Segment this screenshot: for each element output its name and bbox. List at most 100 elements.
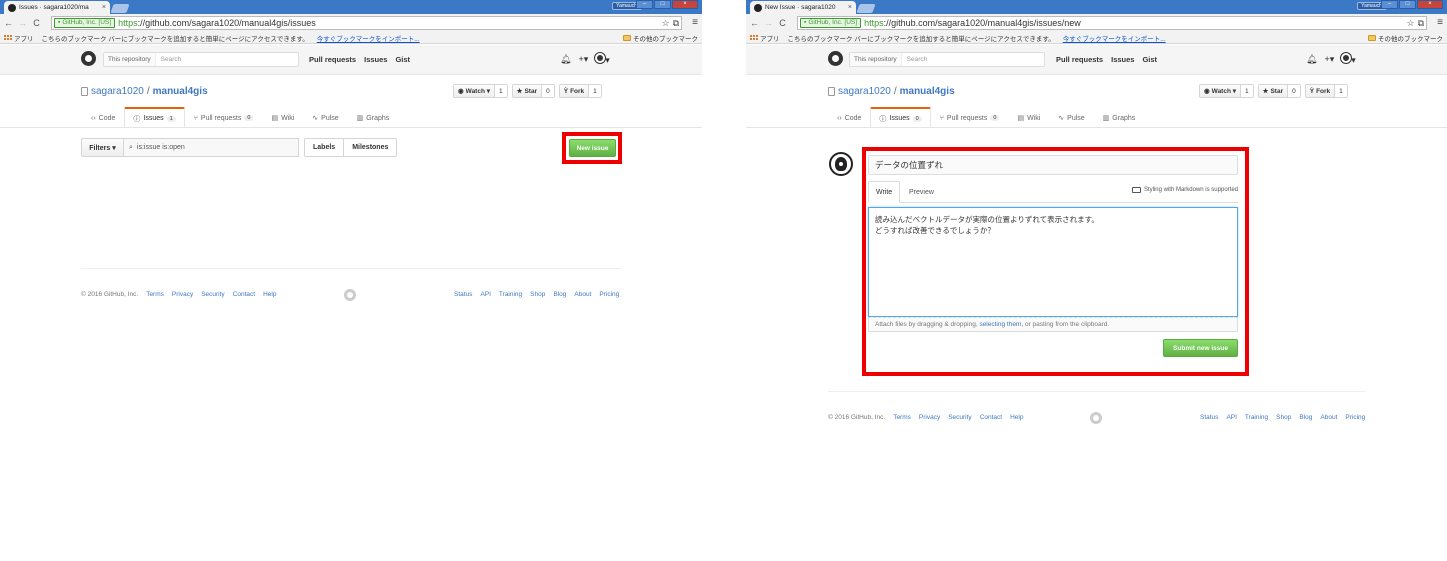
footer-link-privacy[interactable]: Privacy [919,414,940,421]
footer-link-security[interactable]: Security [201,291,224,298]
footer-link-terms[interactable]: Terms [146,291,164,298]
tab-code[interactable]: ‹› Code [828,107,870,128]
repo-owner-link[interactable]: sagara1020 [838,86,891,97]
watch-button[interactable]: ◉ Watch ▾ 1 [453,84,508,98]
browser-tab-new-issue[interactable]: New Issue · sagara1020 × [750,1,856,14]
footer-link-api[interactable]: API [480,291,490,298]
user-avatar-menu[interactable]: ▾ [595,53,610,66]
tab-pulse[interactable]: ∿ Pulse [1049,107,1093,128]
footer-link-help[interactable]: Help [263,291,276,298]
search-input[interactable]: This repository Search [103,52,299,67]
github-mark-icon[interactable] [344,289,356,301]
filters-dropdown[interactable]: Filters ▾ [81,138,124,157]
github-mark-icon[interactable] [1090,412,1102,424]
repo-name-link[interactable]: manual4gis [153,86,208,97]
user-avatar-menu[interactable]: ▾ [1341,53,1356,66]
create-new-plus-icon[interactable]: +▾ [1324,54,1334,65]
other-bookmarks-folder[interactable]: その他のブックマーク [1368,33,1443,43]
footer-link-pricing[interactable]: Pricing [599,291,619,298]
tab-write[interactable]: Write [868,181,901,203]
extension-icon[interactable]: ⧉ [1418,18,1424,29]
tab-wiki[interactable]: ▤ Wiki [262,107,303,128]
address-bar[interactable]: ▪ GitHub, Inc. [US] https://github.com/sa… [797,16,1427,30]
tab-pull-requests[interactable]: ⑂ Pull requests 0 [185,107,263,128]
tab-issues[interactable]: ⓘ Issues 0 [870,107,931,128]
forward-arrow-icon[interactable]: → [763,18,774,28]
star-bookmark-icon[interactable]: ☆ [1406,18,1414,29]
markdown-help-link[interactable]: Styling with Markdown is supported [1131,187,1238,193]
issue-title-input[interactable]: データの位置ずれ [868,155,1238,175]
footer-link-security[interactable]: Security [948,414,971,421]
apps-shortcut[interactable]: アプリ [750,33,780,43]
back-arrow-icon[interactable]: ← [3,18,14,28]
header-gist[interactable]: Gist [395,55,410,64]
footer-link-blog[interactable]: Blog [1299,414,1312,421]
github-logo-icon[interactable] [81,51,96,66]
import-bookmarks-link[interactable]: 今すぐブックマークをインポート... [1063,33,1166,43]
browser-tab-issues[interactable]: Issues · sagara1020/ma × [4,1,110,14]
minimize-icon[interactable]: – [1381,0,1398,9]
github-logo-icon[interactable] [828,51,843,66]
footer-link-privacy[interactable]: Privacy [172,291,193,298]
header-issues[interactable]: Issues [364,55,387,64]
header-gist[interactable]: Gist [1142,55,1157,64]
submit-new-issue-button[interactable]: Submit new issue [1163,339,1238,357]
footer-link-about[interactable]: About [1320,414,1337,421]
import-bookmarks-link[interactable]: 今すぐブックマークをインポート... [317,33,420,43]
header-pull-requests[interactable]: Pull requests [1056,55,1103,64]
footer-link-api[interactable]: API [1226,414,1236,421]
footer-link-pricing[interactable]: Pricing [1345,414,1365,421]
milestones-button[interactable]: Milestones [343,139,396,156]
header-pull-requests[interactable]: Pull requests [309,55,356,64]
footer-link-help[interactable]: Help [1010,414,1023,421]
footer-link-terms[interactable]: Terms [893,414,911,421]
close-window-icon[interactable]: × [1417,0,1443,9]
minimize-icon[interactable]: – [636,0,653,9]
tab-graphs[interactable]: ▥ Graphs [1094,107,1145,128]
footer-link-about[interactable]: About [574,291,591,298]
apps-shortcut[interactable]: アプリ [4,33,34,43]
labels-button[interactable]: Labels [305,139,343,156]
tab-graphs[interactable]: ▥ Graphs [348,107,399,128]
search-input[interactable]: This repository Search [849,52,1045,67]
footer-link-blog[interactable]: Blog [553,291,566,298]
footer-link-contact[interactable]: Contact [980,414,1002,421]
forward-arrow-icon[interactable]: → [17,18,28,28]
header-issues[interactable]: Issues [1111,55,1134,64]
tab-code[interactable]: ‹› Code [82,107,124,128]
maximize-icon[interactable]: □ [654,0,671,9]
extension-icon[interactable]: ⧉ [673,18,679,29]
footer-link-status[interactable]: Status [454,291,472,298]
repo-owner-link[interactable]: sagara1020 [91,86,144,97]
other-bookmarks-folder[interactable]: その他のブックマーク [623,33,698,43]
bell-icon[interactable]: 🔔︎ [1306,54,1317,65]
tab-issues[interactable]: ⓘ Issues 1 [124,107,185,128]
new-tab-button[interactable] [110,4,130,13]
fork-button[interactable]: Ỳ Fork 1 [1304,84,1348,98]
issue-search-input[interactable]: ⌕ is:issue is:open [124,138,299,157]
footer-link-shop[interactable]: Shop [1276,414,1291,421]
footer-link-status[interactable]: Status [1200,414,1218,421]
close-tab-icon[interactable]: × [102,4,106,11]
address-bar[interactable]: ▪ GitHub, Inc. [US] https://github.com/sa… [51,16,682,30]
select-files-link[interactable]: selecting them [979,321,1021,328]
chrome-menu-icon[interactable]: ≡ [692,17,698,28]
chrome-menu-icon[interactable]: ≡ [1437,17,1443,28]
ev-certificate-badge[interactable]: ▪ GitHub, Inc. [US] [54,18,116,28]
close-tab-icon[interactable]: × [848,4,852,11]
new-tab-button[interactable] [856,4,876,13]
back-arrow-icon[interactable]: ← [749,18,760,28]
tab-wiki[interactable]: ▤ Wiki [1008,107,1049,128]
new-issue-button[interactable]: New issue [569,139,616,157]
file-attach-bar[interactable]: Attach files by dragging & dropping, sel… [868,317,1238,332]
footer-link-shop[interactable]: Shop [530,291,545,298]
star-button[interactable]: ★ Star 0 [511,84,555,98]
close-window-icon[interactable]: × [672,0,698,9]
reload-icon[interactable]: C [31,18,42,28]
tab-pulse[interactable]: ∿ Pulse [303,107,347,128]
fork-button[interactable]: Ỳ Fork 1 [558,84,602,98]
reload-icon[interactable]: C [777,18,788,28]
repo-name-link[interactable]: manual4gis [900,86,955,97]
bell-icon[interactable]: 🔔︎ [560,54,571,65]
ev-certificate-badge[interactable]: ▪ GitHub, Inc. [US] [800,18,862,28]
